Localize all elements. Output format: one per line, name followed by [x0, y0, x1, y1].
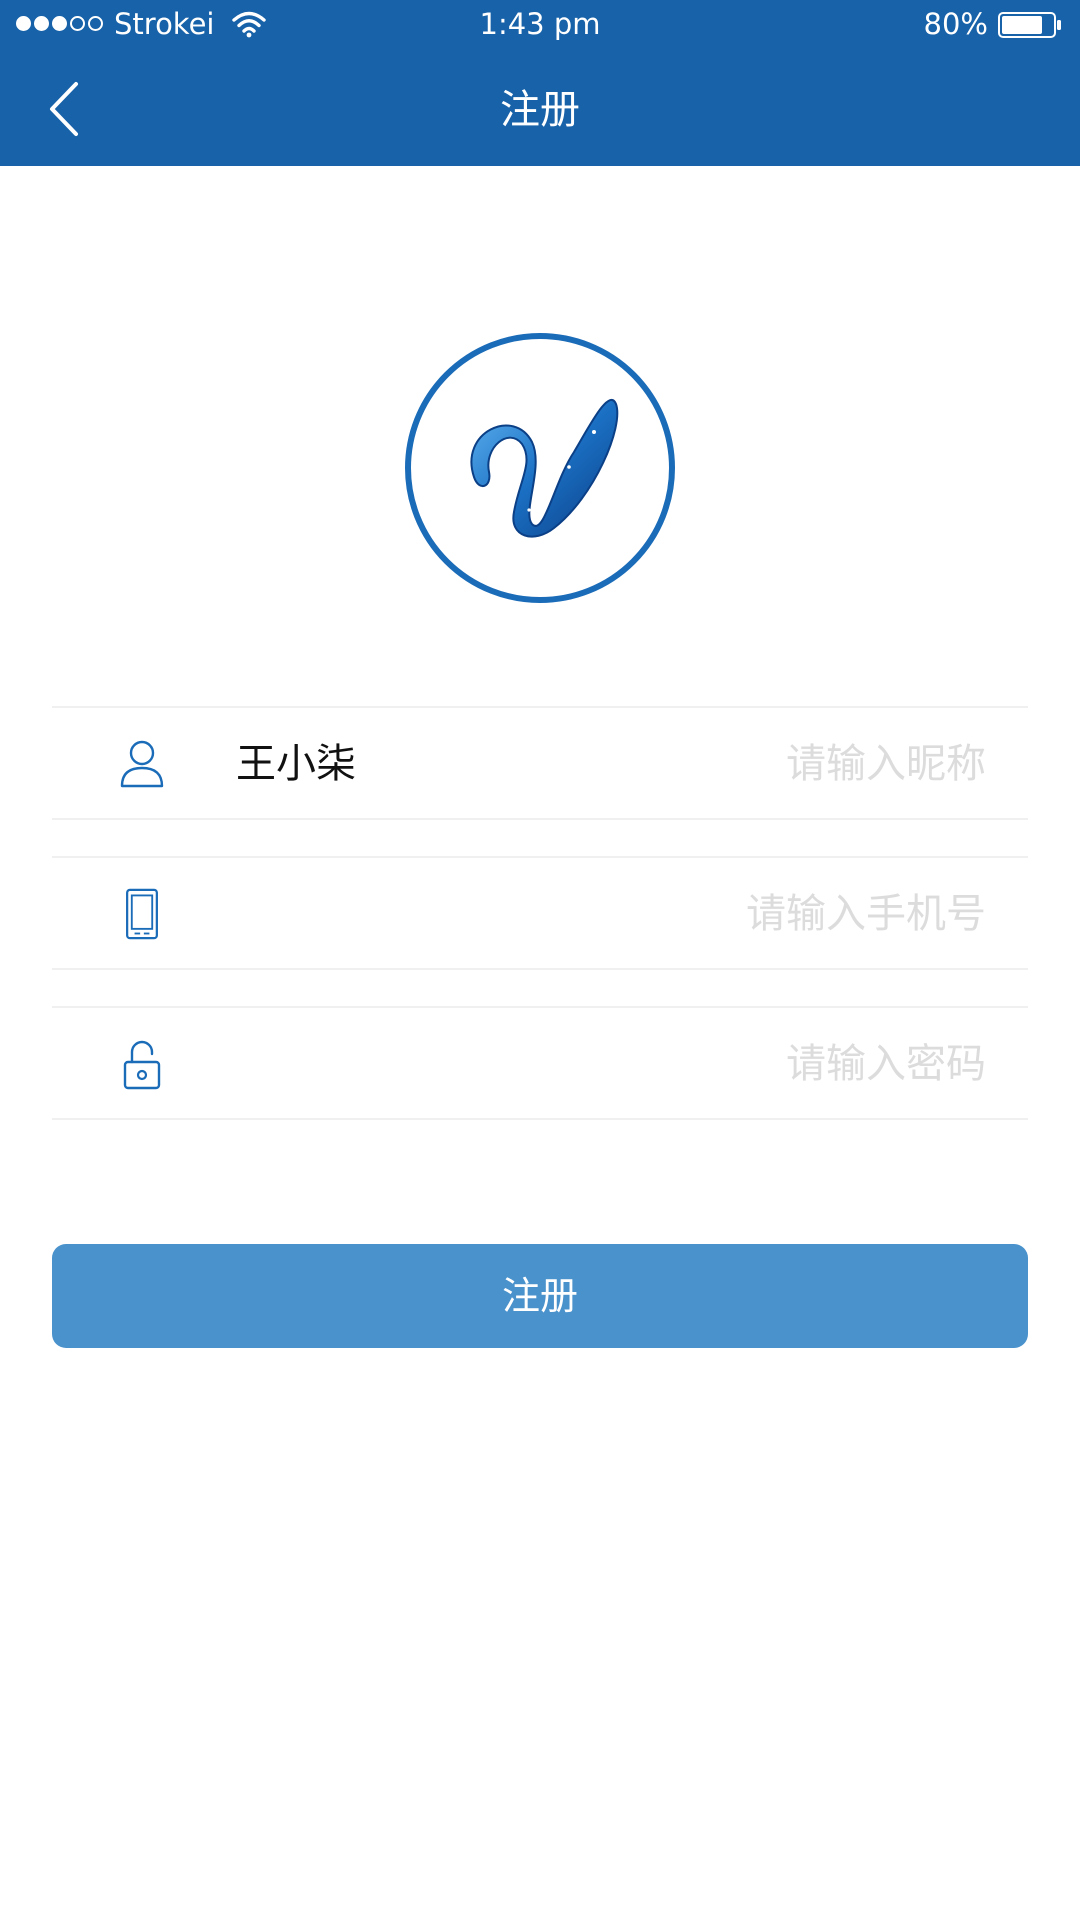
nav-bar: 注册	[0, 50, 1080, 166]
unlock-icon	[123, 1040, 161, 1090]
status-bar: Strokei 1:43 pm 80%	[0, 0, 1080, 50]
page-title: 注册	[500, 87, 580, 133]
phone-input[interactable]	[236, 882, 996, 946]
battery-icon	[998, 12, 1061, 38]
user-icon	[120, 740, 164, 788]
status-time: 1:43 pm	[479, 7, 601, 41]
password-input[interactable]	[236, 1032, 996, 1096]
brand-logo-icon	[405, 333, 675, 603]
nickname-input[interactable]	[236, 732, 996, 796]
phone-icon	[126, 888, 158, 940]
password-row	[52, 1006, 1028, 1120]
battery-percent: 80%	[923, 7, 988, 41]
phone-row	[52, 856, 1028, 970]
nickname-row: 王小柒	[52, 706, 1028, 820]
app-header: Strokei 1:43 pm 80% 注册	[0, 0, 1080, 166]
register-button[interactable]: 注册	[52, 1244, 1028, 1348]
